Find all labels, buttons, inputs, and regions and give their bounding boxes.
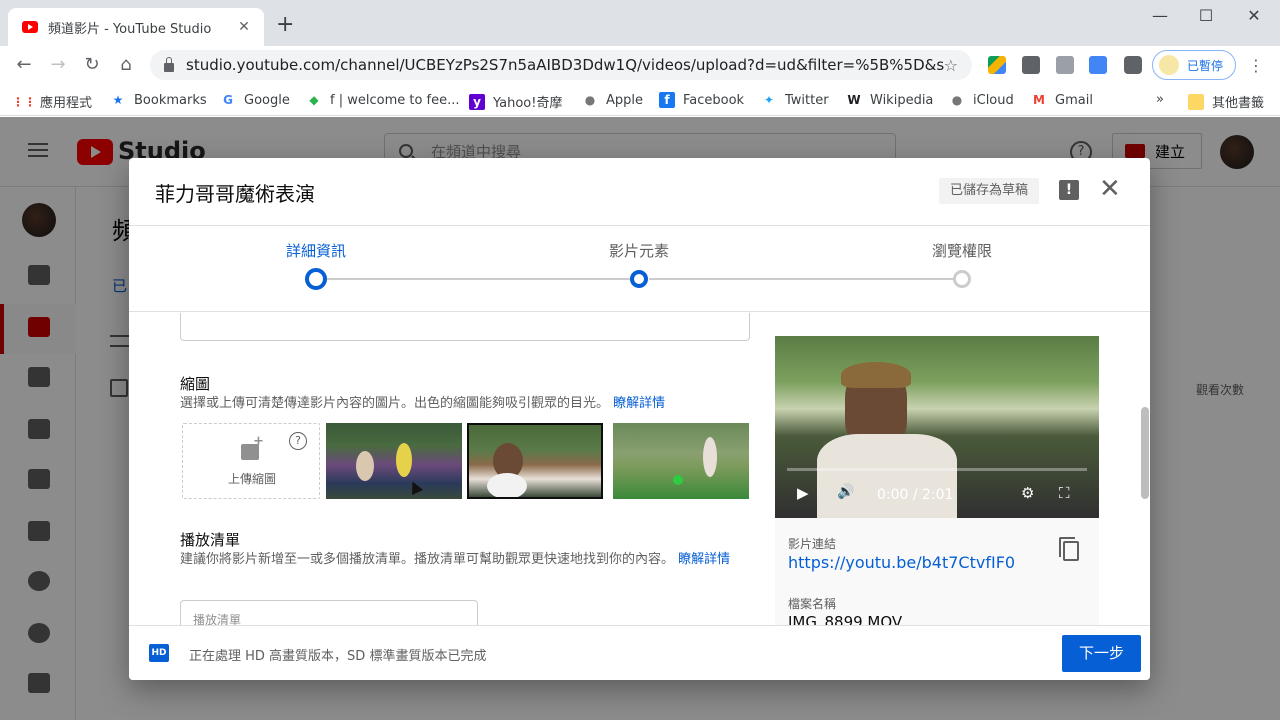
address-bar-row: ← → ↻ ⌂ studio.youtube.com/channel/UCBEY…	[0, 46, 1280, 84]
upload-stepper: 詳細資訊 影片元素 瀏覽權限	[129, 226, 1150, 312]
reload-icon[interactable]: ↻	[80, 54, 104, 76]
fullscreen-icon[interactable]: ⛶	[1059, 484, 1070, 502]
step-video-elements[interactable]: 影片元素	[579, 240, 699, 261]
video-link-label: 影片連結	[788, 537, 837, 551]
bookmark-welcome[interactable]: ◆ f | welcome to fee...	[306, 92, 459, 108]
step-visibility[interactable]: 瀏覽權限	[902, 240, 1022, 261]
url-text[interactable]: studio.youtube.com/channel/UCBEYzPs2S7n5…	[186, 56, 944, 74]
video-progress-bar[interactable]	[787, 468, 1087, 471]
bookmarks-overflow[interactable]: »	[1156, 92, 1164, 107]
home-icon[interactable]: ⌂	[114, 54, 138, 76]
tab-close-icon[interactable]: ✕	[234, 19, 254, 35]
processing-status: 正在處理 HD 高畫質版本，SD 標準畫質版本已完成	[189, 649, 487, 664]
details-form: 縮圖 選擇或上傳可清楚傳達影片內容的圖片。出色的縮圖能夠吸引觀眾的目光。 瞭解詳…	[129, 313, 1150, 625]
step-dot-video-elements[interactable]	[630, 270, 648, 288]
browser-tab-active[interactable]: 頻道影片 - YouTube Studio ✕	[8, 8, 264, 46]
description-field-bottom[interactable]	[180, 313, 750, 341]
extensions-puzzle-icon[interactable]	[1124, 56, 1142, 74]
camera-icon[interactable]	[1056, 56, 1074, 74]
new-tab-button[interactable]: +	[276, 14, 294, 36]
translate-icon[interactable]	[1089, 56, 1107, 74]
google-drive-icon[interactable]	[988, 56, 1006, 74]
video-preview[interactable]: ▶ 🔊 0:00 / 2:01 ⚙ ⛶	[775, 336, 1099, 518]
file-name-label: 檔案名稱	[788, 597, 837, 611]
tab-strip: 頻道影片 - YouTube Studio ✕ + — ☐ ✕	[0, 0, 1280, 46]
dialog-header: 菲力哥哥魔術表演 已儲存為草稿 ! ✕	[129, 158, 1150, 226]
bookmark-google[interactable]: G Google	[220, 92, 290, 108]
wikipedia-icon: W	[847, 93, 861, 107]
step-connector	[327, 278, 631, 280]
twitter-icon: ✦	[763, 93, 775, 107]
dialog-title: 菲力哥哥魔術表演	[155, 182, 315, 206]
next-button[interactable]: 下一步	[1062, 635, 1141, 672]
apps-grid-icon: ⋮⋮	[12, 94, 36, 109]
gmail-icon: M	[1033, 93, 1045, 107]
apple-icon: ●	[584, 93, 596, 107]
feedly-icon: ◆	[309, 93, 319, 107]
settings-gear-icon[interactable]: ⚙	[1021, 484, 1034, 502]
playlist-description: 建議你將影片新增至一或多個播放清單。播放清單可幫助觀眾更快速地找到你的內容。 瞭…	[180, 552, 731, 567]
video-time: 0:00 / 2:01	[877, 487, 954, 503]
bookmark-bookmarks[interactable]: ★ Bookmarks	[110, 92, 207, 108]
forward-arrow-icon[interactable]: →	[46, 54, 70, 76]
file-name: IMG_8899.MOV	[788, 613, 903, 625]
hd-icon: HD	[149, 644, 169, 662]
minimize-button[interactable]: —	[1148, 6, 1172, 25]
thumbnail-option-1[interactable]	[326, 423, 462, 499]
bookmark-yahoo[interactable]: y Yahoo!奇摩	[469, 92, 562, 111]
maximize-button[interactable]: ☐	[1194, 6, 1218, 25]
help-icon[interactable]: ?	[289, 432, 307, 450]
back-arrow-icon[interactable]: ←	[12, 54, 36, 76]
close-icon[interactable]: ✕	[1099, 176, 1121, 202]
playlist-learn-more-link[interactable]: 瞭解詳情	[678, 552, 730, 567]
browser-menu-icon[interactable]: ⋮	[1248, 56, 1264, 75]
google-g-icon: G	[223, 93, 233, 107]
upload-dialog: 菲力哥哥魔術表演 已儲存為草稿 ! ✕ 詳細資訊 影片元素 瀏覽權限 縮圖 選擇…	[129, 158, 1150, 680]
saved-draft-badge: 已儲存為草稿	[939, 178, 1039, 204]
bookmark-wikipedia[interactable]: W Wikipedia	[846, 92, 933, 108]
thumbnail-heading: 縮圖	[180, 375, 211, 393]
play-icon[interactable]: ▶	[797, 484, 809, 502]
other-bookmarks[interactable]: 其他書籤	[1188, 92, 1264, 111]
star-icon: ★	[112, 93, 124, 107]
omnibox[interactable]: studio.youtube.com/channel/UCBEYzPs2S7n5…	[150, 50, 972, 80]
step-details[interactable]: 詳細資訊	[256, 240, 376, 261]
bookmarks-bar: ⋮⋮ 應用程式 ★ Bookmarks G Google ◆ f | welcome t…	[0, 84, 1280, 116]
step-connector	[649, 278, 955, 280]
bookmark-star-icon[interactable]: ☆	[944, 56, 958, 75]
thumbnail-option-3[interactable]	[613, 423, 749, 499]
scrollbar-thumb[interactable]	[1141, 407, 1149, 499]
lock-icon[interactable]	[164, 56, 174, 72]
bookmark-apps[interactable]: ⋮⋮ 應用程式	[12, 92, 92, 112]
step-dot-visibility[interactable]	[953, 270, 971, 288]
facebook-icon: f	[659, 92, 675, 108]
bookmark-twitter[interactable]: ✦ Twitter	[761, 92, 829, 108]
playlist-select[interactable]: 播放清單	[180, 600, 478, 625]
bookmark-gmail[interactable]: M Gmail	[1031, 92, 1093, 108]
yahoo-icon: y	[469, 93, 485, 110]
video-link[interactable]: https://youtu.be/b4t7CtvfIF0	[788, 553, 1015, 572]
copy-icon[interactable]	[1059, 537, 1079, 561]
thumbnail-option-2-selected[interactable]	[467, 423, 603, 499]
bookmark-apple[interactable]: ● Apple	[582, 92, 643, 108]
step-dot-details[interactable]	[305, 268, 327, 290]
dialog-footer: HD 正在處理 HD 高畫質版本，SD 標準畫質版本已完成 下一步	[129, 625, 1150, 680]
playlist-heading: 播放清單	[180, 531, 241, 549]
thumbnail-learn-more-link[interactable]: 瞭解詳情	[613, 396, 665, 411]
bookmark-icloud[interactable]: ● iCloud	[949, 92, 1014, 108]
profile-paused-chip[interactable]: 已暫停	[1152, 50, 1236, 80]
bookmark-facebook[interactable]: f Facebook	[659, 92, 744, 108]
thumbnail-description: 選擇或上傳可清楚傳達影片內容的圖片。出色的縮圖能夠吸引觀眾的目光。 瞭解詳情	[180, 396, 666, 411]
volume-icon[interactable]: 🔊	[837, 484, 854, 500]
close-window-button[interactable]: ✕	[1242, 6, 1266, 25]
add-photo-icon	[241, 434, 264, 460]
folder-icon	[1188, 93, 1204, 110]
youtube-favicon-icon	[22, 21, 38, 33]
apple-icon: ●	[951, 93, 963, 107]
feedback-icon[interactable]: !	[1059, 180, 1079, 200]
dropbox-icon[interactable]	[1022, 56, 1040, 74]
profile-avatar	[1159, 55, 1179, 75]
tab-title: 頻道影片 - YouTube Studio	[48, 21, 212, 37]
